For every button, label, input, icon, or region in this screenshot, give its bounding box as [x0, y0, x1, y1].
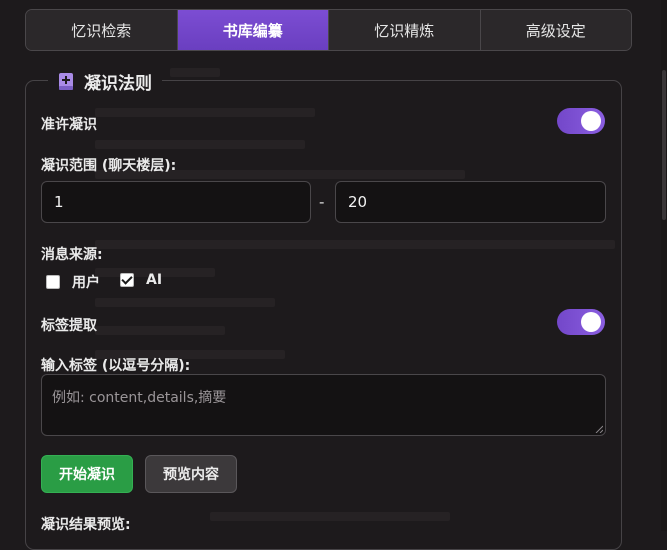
allow-condense-toggle[interactable] [557, 108, 605, 134]
tab-memory-refine[interactable]: 忆识精炼 [329, 10, 481, 50]
tab-library-compile[interactable]: 书库编纂 [177, 10, 329, 50]
scrollbar[interactable] [661, 0, 667, 531]
start-condense-button[interactable]: 开始凝识 [41, 455, 133, 493]
source-label: 消息来源: [41, 247, 103, 263]
result-preview-label: 凝识结果预览: [41, 517, 131, 533]
tab-advanced-settings[interactable]: 高级设定 [480, 10, 631, 50]
source-user-option[interactable]: 用户 [46, 272, 100, 292]
tag-extract-toggle[interactable] [557, 309, 605, 335]
source-ai-option[interactable]: AI [120, 272, 162, 288]
tab-memory-search[interactable]: 忆识检索 [26, 10, 178, 50]
tab-bar: 忆识检索 书库编纂 忆识精炼 高级设定 [25, 9, 632, 51]
user-checkbox-label: 用户 [72, 275, 100, 291]
range-end-input[interactable]: 20 [335, 181, 606, 223]
allow-condense-label: 准许凝识 [41, 117, 97, 133]
toggle-knob [581, 312, 601, 332]
tag-extract-label: 标签提取 [41, 318, 97, 334]
ai-checkbox-label: AI [146, 272, 163, 288]
scrollbar-thumb[interactable] [662, 70, 666, 220]
preview-content-button[interactable]: 预览内容 [145, 455, 237, 493]
range-label: 凝识范围 (聊天楼层): [41, 158, 177, 174]
section-legend: 凝识法则 [48, 67, 162, 95]
section-title: 凝识法则 [84, 73, 152, 94]
toggle-knob [581, 111, 601, 131]
user-checkbox[interactable] [46, 275, 60, 289]
range-separator: - [319, 193, 325, 211]
tags-placeholder: 例如: content,details,摘要 [52, 390, 227, 406]
resize-handle-icon[interactable] [595, 425, 603, 433]
tags-textarea[interactable]: 例如: content,details,摘要 [41, 374, 606, 436]
range-start-input[interactable]: 1 [41, 181, 311, 223]
tags-input-label: 输入标签 (以逗号分隔): [41, 358, 191, 374]
book-plus-icon [59, 72, 73, 90]
ai-checkbox[interactable] [120, 273, 134, 287]
